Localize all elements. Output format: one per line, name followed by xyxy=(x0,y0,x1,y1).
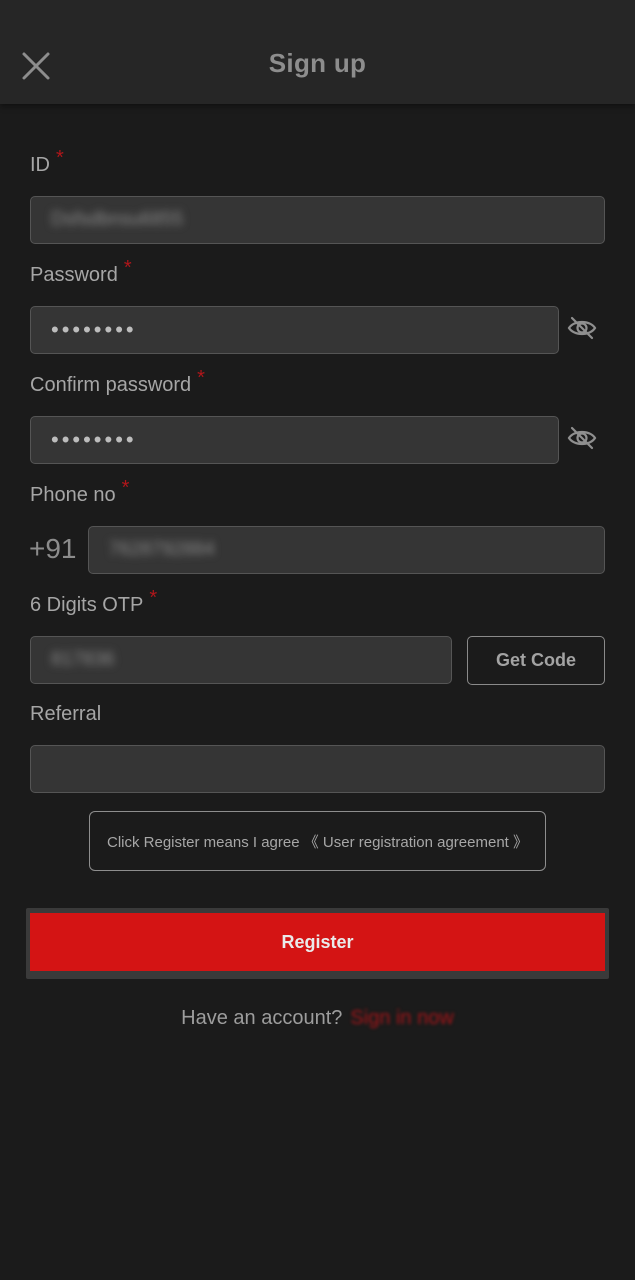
otp-input-value: 817836 xyxy=(51,649,115,670)
referral-input[interactable] xyxy=(30,745,605,793)
sign-in-link[interactable]: Sign in now xyxy=(350,1007,453,1029)
top-bar: Sign up xyxy=(0,0,635,104)
password-label: Password * xyxy=(30,257,132,287)
required-mark: * xyxy=(56,147,64,169)
page-title: Sign up xyxy=(268,48,367,78)
confirm-password-input[interactable]: •••••••• xyxy=(30,416,559,464)
country-code: +91 xyxy=(29,533,77,564)
confirm-password-label: Confirm password * xyxy=(30,367,205,397)
required-mark: * xyxy=(149,587,158,609)
required-mark: * xyxy=(197,367,205,389)
confirm-password-input-value: •••••••• xyxy=(51,427,137,452)
agreement-link[interactable]: Click Register means I agree 《 User regi… xyxy=(89,811,546,871)
referral-label: Referral xyxy=(30,703,101,726)
phone-input[interactable]: 7628792884 xyxy=(88,526,605,574)
phone-label: Phone no * xyxy=(30,477,129,507)
have-account-text: Have an account? xyxy=(181,1007,343,1029)
confirm-password-label-text: Confirm password xyxy=(30,374,192,396)
id-input-value: Dsfsdbnsu6855 xyxy=(51,209,184,230)
required-mark: * xyxy=(121,477,130,499)
otp-input[interactable]: 817836 xyxy=(30,636,452,684)
id-input[interactable]: Dsfsdbnsu6855 xyxy=(30,196,605,244)
otp-label: 6 Digits OTP * xyxy=(30,587,157,617)
eye-off-icon[interactable] xyxy=(566,422,598,454)
id-label: ID * xyxy=(30,147,64,177)
id-label-text: ID xyxy=(30,154,50,176)
register-button[interactable]: Register xyxy=(30,913,605,971)
phone-input-value: 7628792884 xyxy=(109,539,215,560)
referral-label-text: Referral xyxy=(30,703,102,725)
password-label-text: Password xyxy=(30,264,118,286)
get-code-button[interactable]: Get Code xyxy=(467,636,605,685)
eye-off-icon[interactable] xyxy=(566,312,598,344)
otp-label-text: 6 Digits OTP xyxy=(30,594,144,616)
password-input-value: •••••••• xyxy=(51,317,137,342)
sign-in-prompt: Have an account? Sign in now xyxy=(0,1007,635,1030)
password-input[interactable]: •••••••• xyxy=(30,306,559,354)
required-mark: * xyxy=(123,257,132,279)
phone-label-text: Phone no xyxy=(30,484,116,506)
